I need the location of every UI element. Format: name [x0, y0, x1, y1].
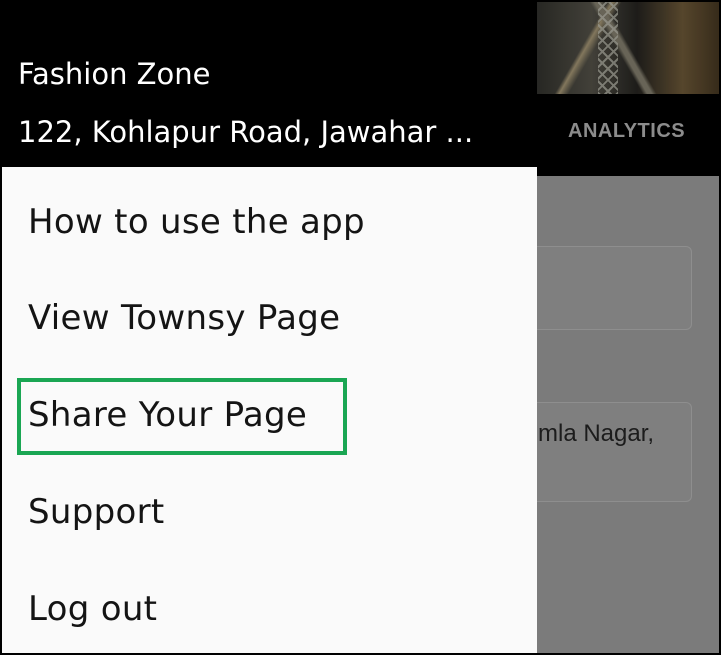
tab-analytics[interactable]: ANALYTICS: [568, 120, 685, 143]
screen-frame: ANALYTICS mla Nagar, Fashion Zone 122, K…: [0, 0, 721, 655]
menu-item-how-to-use[interactable]: How to use the app: [28, 202, 365, 242]
highlight-box: [17, 378, 347, 455]
store-address: 122, Kohlapur Road, Jawahar ...: [18, 115, 474, 149]
drawer-header: Fashion Zone 122, Kohlapur Road, Jawahar…: [2, 2, 537, 167]
background-address-text: mla Nagar,: [538, 420, 655, 447]
menu-item-view-townsy-page[interactable]: View Townsy Page: [28, 298, 340, 338]
cover-image: [537, 2, 719, 94]
menu-item-support[interactable]: Support: [28, 492, 165, 532]
background-address-field: [522, 402, 692, 502]
menu-item-log-out[interactable]: Log out: [28, 589, 157, 629]
cover-image-detail: [598, 2, 618, 94]
background-input-field: [522, 246, 692, 330]
store-name: Fashion Zone: [18, 57, 211, 91]
